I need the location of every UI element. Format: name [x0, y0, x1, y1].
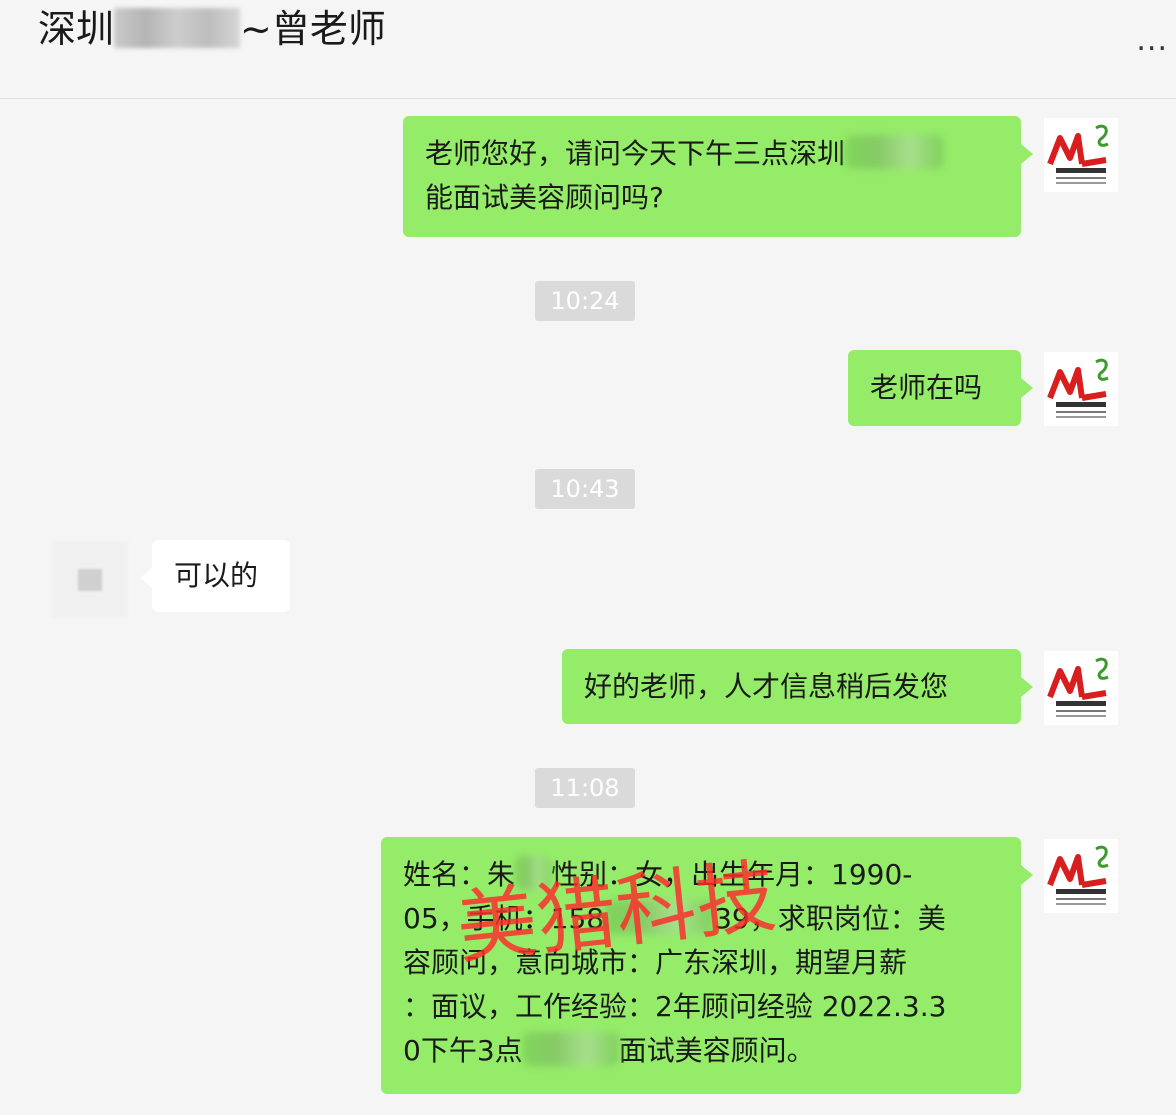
- message-2-text: 老师在吗: [870, 371, 983, 404]
- my-avatar[interactable]: [1044, 118, 1118, 192]
- message-3-text: 可以的: [174, 559, 259, 592]
- my-avatar[interactable]: [1044, 651, 1118, 725]
- message-bubble-1[interactable]: 老师您好，请问今天下午三点深圳 能面试美容顾问吗?: [403, 116, 1033, 237]
- message-5-line-5b: 面试美容顾问。: [618, 1034, 815, 1067]
- message-5-line-2b: 39，求职岗位：美: [714, 902, 946, 935]
- message-bubble-2[interactable]: 老师在吗: [848, 350, 1033, 426]
- redacted-name: [114, 8, 241, 48]
- chat-header: 深圳 ~曾老师 ...: [0, 0, 1176, 99]
- timestamp-3: 11:08: [535, 768, 635, 808]
- message-bubble-5[interactable]: 姓名：朱 性别：女，出生年月：1990- 05，手机：158 39，求职岗位：美 容…: [381, 837, 1033, 1094]
- message-1-line-2: 能面试美容顾问吗?: [425, 181, 664, 214]
- chat-title-left: 深圳: [38, 7, 115, 51]
- message-5-line-1b: 性别：女，出生年月：1990-: [551, 858, 913, 891]
- message-5-line-2a: 05，手机：158: [403, 902, 605, 935]
- chat-title: 深圳 ~曾老师: [38, 6, 386, 52]
- message-5-line-5a: 0下午3点: [403, 1034, 523, 1067]
- my-avatar[interactable]: [1044, 352, 1118, 426]
- message-bubble-3[interactable]: 可以的: [140, 540, 290, 612]
- more-options-icon[interactable]: ...: [1136, 26, 1168, 56]
- message-bubble-4[interactable]: 好的老师，人才信息稍后发您: [562, 649, 1033, 724]
- redacted-text: [845, 135, 944, 169]
- timestamp-2: 10:43: [535, 469, 635, 509]
- chat-title-right: ~曾老师: [240, 7, 386, 51]
- message-5-line-3: 容顾问，意向城市：广东深圳，期望月薪: [403, 946, 908, 979]
- redacted-text: [604, 900, 715, 934]
- message-4-text: 好的老师，人才信息稍后发您: [584, 670, 949, 703]
- my-avatar[interactable]: [1044, 839, 1118, 913]
- message-5-line-4: ：面议，工作经验：2年顾问经验 2022.3.3: [403, 990, 947, 1023]
- avatar-pixel: [78, 569, 102, 591]
- message-1-line-1: 老师您好，请问今天下午三点深圳: [425, 137, 846, 170]
- contact-avatar[interactable]: [52, 541, 128, 617]
- message-5-line-1a: 姓名：朱: [403, 858, 516, 891]
- redacted-text: [515, 856, 552, 890]
- redacted-text: [522, 1032, 619, 1066]
- timestamp-1: 10:24: [535, 281, 635, 321]
